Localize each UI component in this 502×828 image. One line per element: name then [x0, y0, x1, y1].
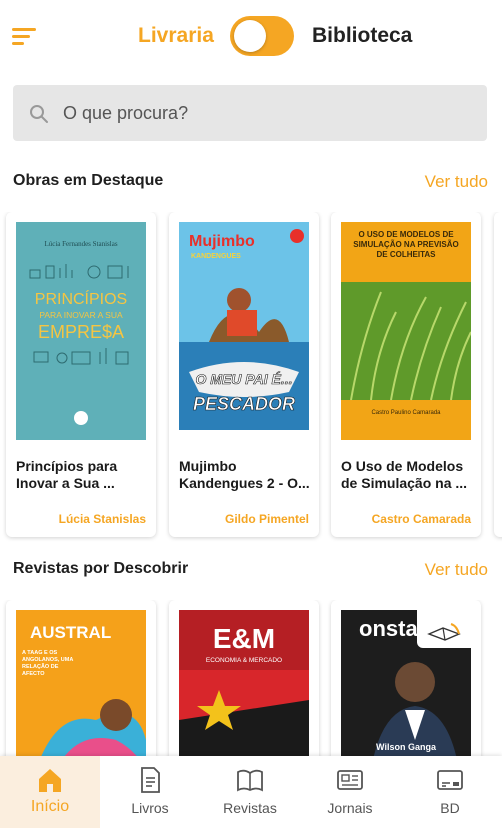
magazine-name-text: Wilson Ganga	[376, 742, 437, 752]
open-book-icon	[237, 769, 263, 792]
open-book-badge-icon	[427, 623, 461, 641]
bottom-nav: Início Livros Revistas Jornais BD	[0, 756, 502, 828]
magazines-carousel[interactable]: AUSTRAL A TAAG E OS ANGOLANOS, UMA RELAÇ…	[0, 600, 502, 756]
mode-label-livraria[interactable]: Livraria	[138, 24, 214, 48]
book-cover: O USO DE MODELOS DE SIMULAÇÃO NA PREVISÃ…	[341, 222, 471, 440]
nav-label: Livros	[131, 800, 169, 816]
book-cover-art: Mujimbo KANDENGUES O MEU PAI É... PESCAD…	[179, 222, 309, 440]
cover-title-line-3: EMPRE$A	[38, 322, 124, 342]
cover-logo-text: Mujimbo	[189, 233, 255, 250]
search-input[interactable]	[63, 97, 463, 129]
cover-author-text: Castro Paulino Camarada	[371, 410, 441, 416]
section-title-featured: Obras em Destaque	[13, 172, 164, 189]
featured-carousel[interactable]: Lúcia Fernandes Stanislas PRINCÍPIOS PAR…	[0, 212, 502, 542]
book-author: Gildo Pimentel	[224, 512, 309, 526]
book-title: O Uso de Modelos de Simulação na ...	[341, 458, 468, 491]
nav-label: Início	[30, 798, 70, 815]
nav-item-livros[interactable]: Livros	[100, 756, 200, 828]
book-author: Lúcia Stanislas	[58, 512, 146, 526]
nav-label: Jornais	[327, 800, 373, 816]
nav-item-inicio[interactable]: Início	[0, 756, 100, 828]
cover-title-line-1: O MEU PAI É...	[196, 371, 293, 387]
magazine-sub-text: ECONOMIA & MERCADO	[206, 657, 282, 664]
see-all-featured-link[interactable]: Ver tudo	[425, 172, 488, 192]
book-card[interactable]: Lúcia Fernandes Stanislas PRINCÍPIOS PAR…	[6, 212, 156, 537]
magazine-cover-art: E&M ECONOMIA & MERCADO	[179, 610, 309, 756]
magazine-cover: E&M ECONOMIA & MERCADO	[179, 610, 309, 756]
magazine-title-text: AUSTRAL	[30, 623, 111, 642]
mode-toggle[interactable]	[230, 16, 294, 56]
magazine-card[interactable]: onstar Wilson Ganga	[331, 600, 481, 756]
section-title-magazines: Revistas por Descobrir	[13, 560, 189, 577]
nav-item-revistas[interactable]: Revistas	[200, 756, 300, 828]
magazine-cover: AUSTRAL A TAAG E OS ANGOLANOS, UMA RELAÇ…	[16, 610, 146, 756]
book-cover-art: Lúcia Fernandes Stanislas PRINCÍPIOS PAR…	[16, 222, 146, 440]
nav-item-bd[interactable]: BD	[400, 756, 500, 828]
menu-icon[interactable]	[12, 26, 38, 46]
nav-label: Revistas	[223, 800, 277, 816]
book-title: Princípios para Inovar a Sua ...	[16, 458, 118, 491]
book-card[interactable]: O USO DE MODELOS DE SIMULAÇÃO NA PREVISÃ…	[331, 212, 481, 537]
cover-title-line-2: PARA INOVAR A SUA	[39, 310, 123, 320]
top-bar: Livraria Biblioteca	[0, 0, 502, 72]
cover-sub-text: KANDENGUES	[191, 253, 241, 260]
read-badge	[417, 610, 471, 648]
magazine-title-text: E&M	[213, 623, 275, 654]
book-card[interactable]	[494, 212, 502, 537]
nav-label: BD	[440, 800, 460, 816]
see-all-magazines-link[interactable]: Ver tudo	[425, 560, 488, 580]
search-icon	[30, 105, 48, 123]
search-bar[interactable]	[13, 85, 487, 141]
book-title: Mujimbo Kandengues 2 - O...	[179, 458, 310, 491]
book-card[interactable]: Mujimbo KANDENGUES O MEU PAI É... PESCAD…	[169, 212, 319, 537]
magazine-card[interactable]: E&M ECONOMIA & MERCADO	[169, 600, 319, 756]
magazine-cover-text: A TAAG E OS ANGOLANOS, UMA RELAÇÃO DE AF…	[22, 650, 74, 677]
cover-title-text: O USO DE MODELOS DE SIMULAÇÃO NA PREVISÃ…	[353, 230, 459, 259]
book-document-icon	[141, 767, 160, 793]
toggle-knob	[234, 20, 266, 52]
cover-title-line-1: PRINCÍPIOS	[35, 289, 127, 308]
nav-item-jornais[interactable]: Jornais	[300, 756, 400, 828]
cover-title-line-2: PESCADOR	[193, 394, 295, 414]
cover-author-text: Lúcia Fernandes Stanislas	[44, 240, 117, 248]
newspaper-icon	[337, 770, 363, 790]
home-icon	[39, 769, 61, 792]
book-cover: Lúcia Fernandes Stanislas PRINCÍPIOS PAR…	[16, 222, 146, 440]
magazine-cover-art: AUSTRAL A TAAG E OS ANGOLANOS, UMA RELAÇ…	[16, 610, 146, 756]
book-author: Castro Camarada	[371, 512, 471, 526]
mode-label-biblioteca[interactable]: Biblioteca	[312, 24, 412, 48]
magazine-cover: onstar Wilson Ganga	[341, 610, 471, 756]
book-cover: Mujimbo KANDENGUES O MEU PAI É... PESCAD…	[179, 222, 309, 440]
comic-card-icon	[437, 770, 463, 790]
book-cover-art: O USO DE MODELOS DE SIMULAÇÃO NA PREVISÃ…	[341, 222, 471, 440]
magazine-card[interactable]: AUSTRAL A TAAG E OS ANGOLANOS, UMA RELAÇ…	[6, 600, 156, 756]
